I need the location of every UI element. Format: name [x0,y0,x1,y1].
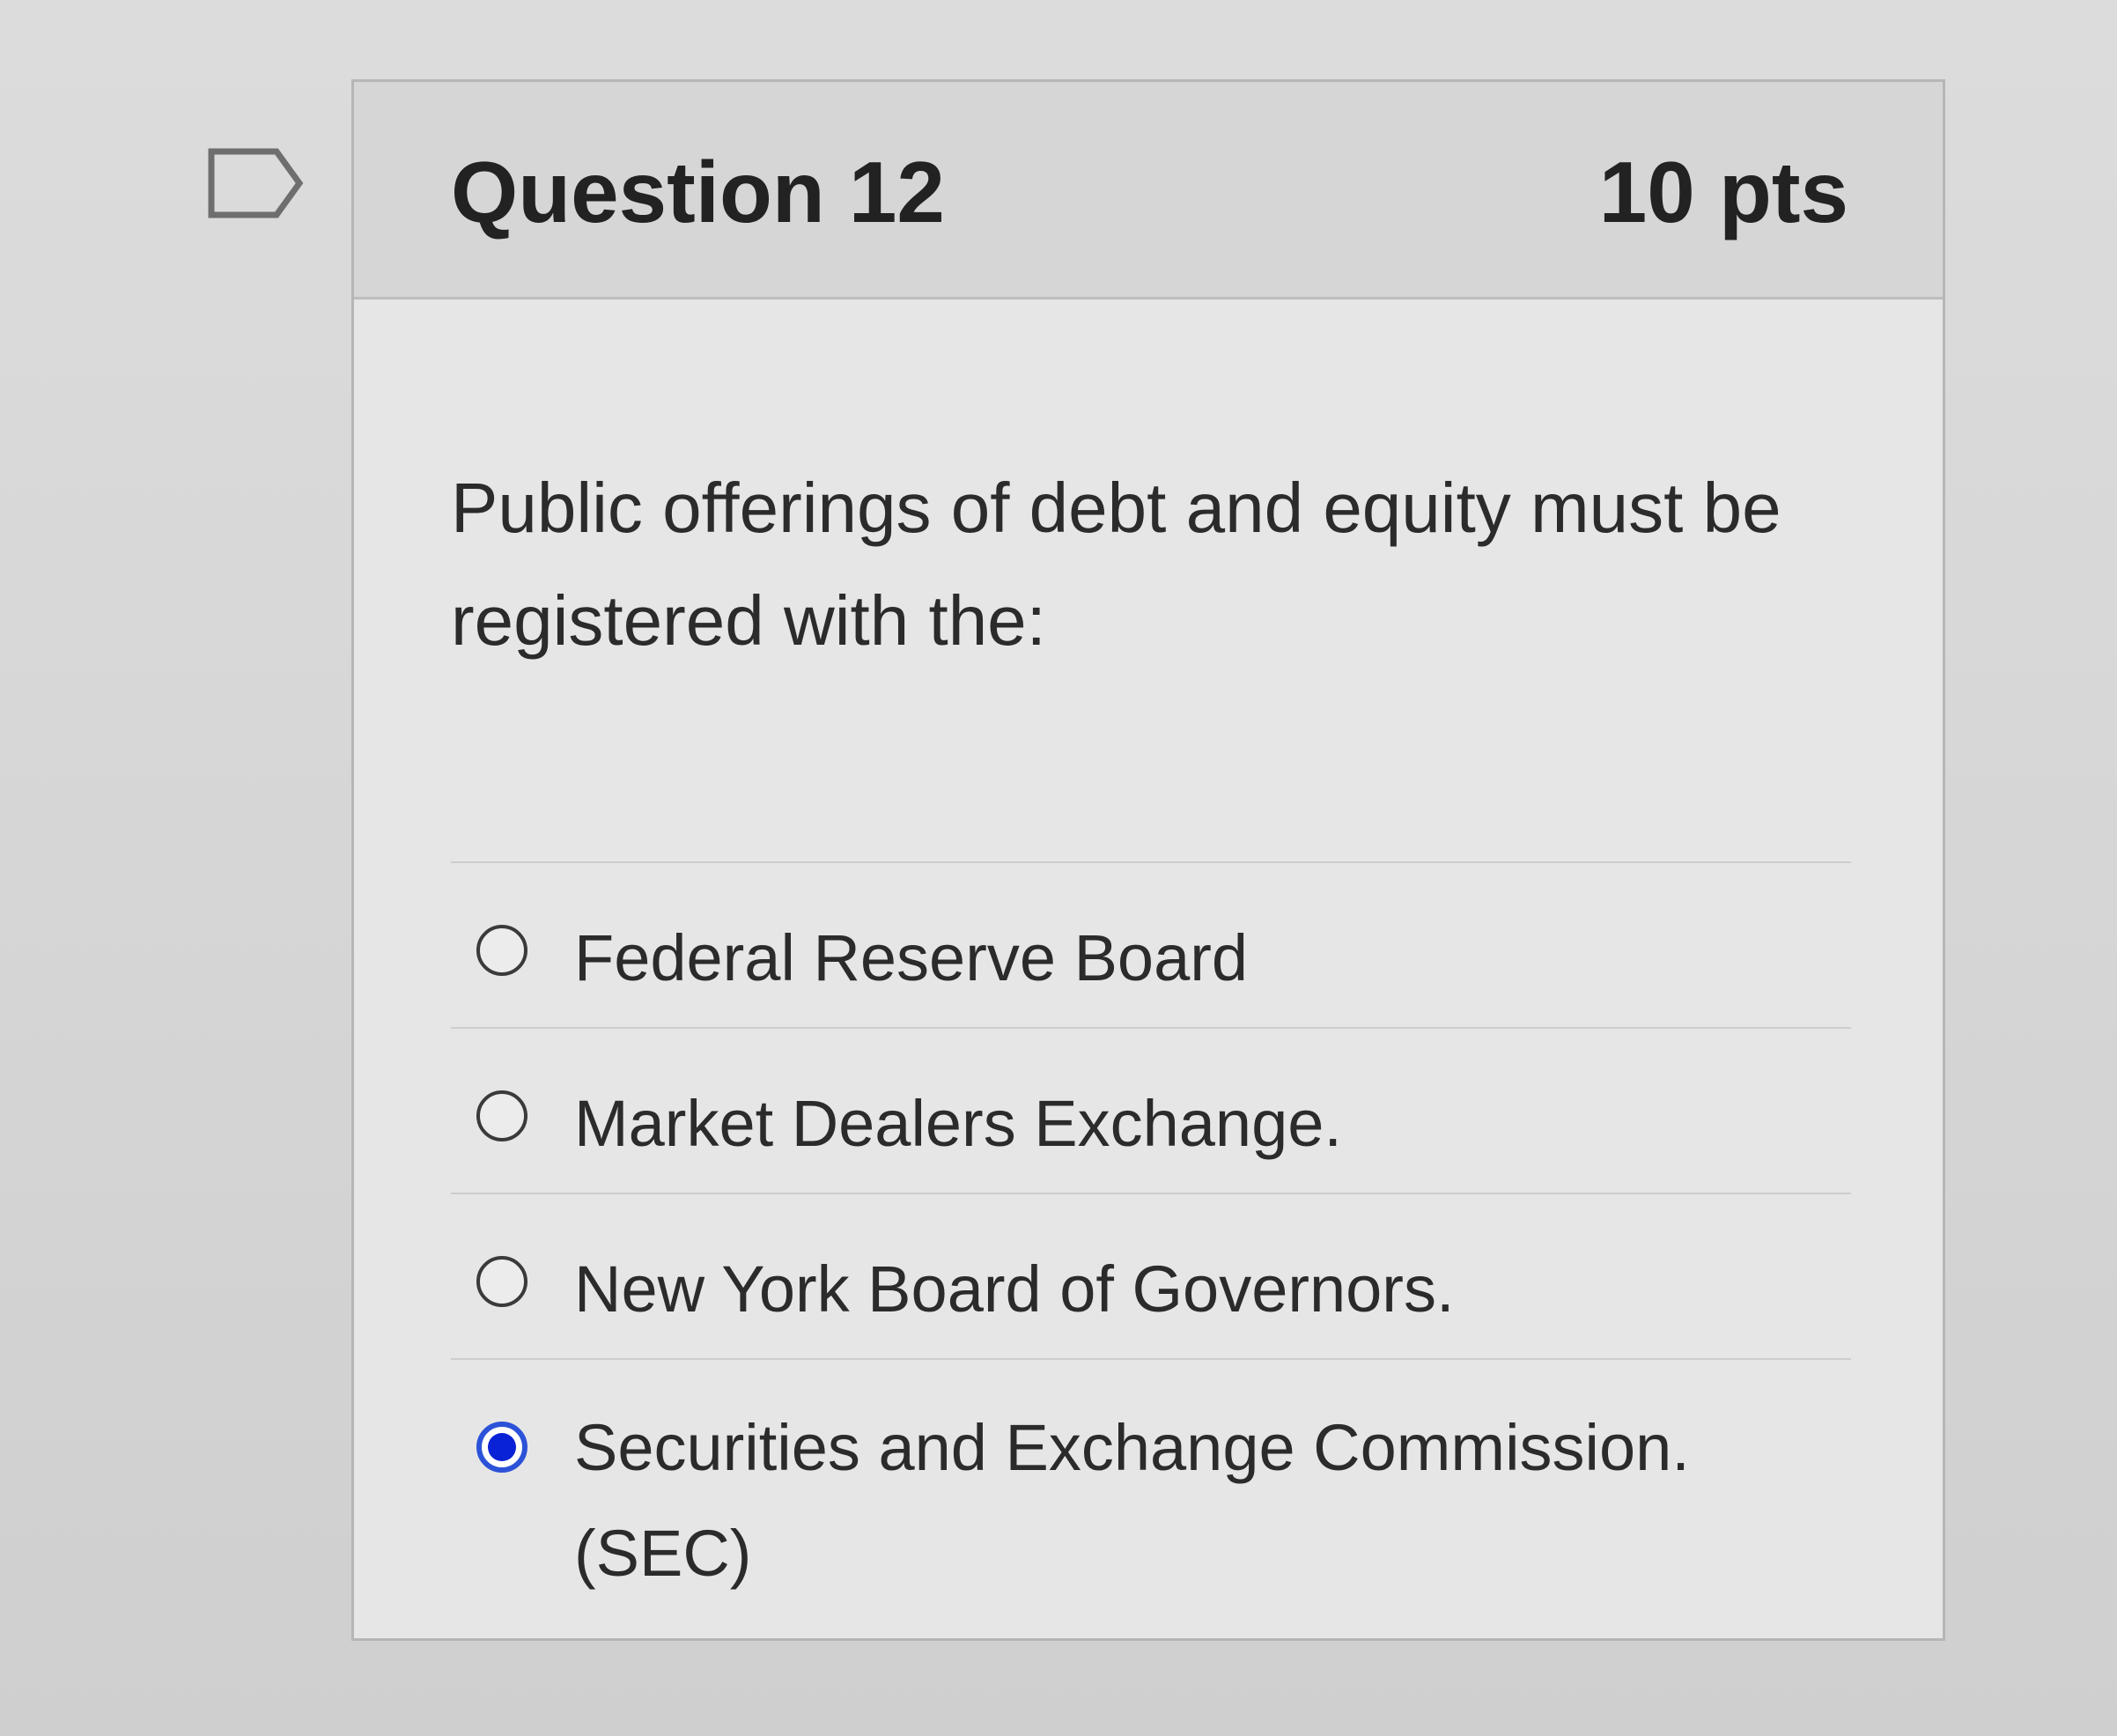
radio-button[interactable] [476,1090,527,1141]
question-header: Question 12 10 pts [354,82,1943,299]
radio-button[interactable] [476,925,527,976]
question-text: Public offerings of debt and equity must… [451,469,1781,660]
answer-label: New York Board of Governors. [574,1252,1455,1326]
answer-label: Securities and Exchange Commission. (SEC… [574,1411,1690,1590]
answer-option[interactable]: Federal Reserve Board [451,863,1851,1029]
answer-option-selected[interactable]: Securities and Exchange Commission. (SEC… [451,1360,1851,1624]
radio-button-selected[interactable] [476,1422,527,1473]
answer-label: Federal Reserve Board [574,921,1249,994]
question-card: Question 12 10 pts Public offerings of d… [351,79,1945,1641]
flag-question-icon[interactable] [208,148,305,218]
answer-list: Federal Reserve Board Market Dealers Exc… [451,861,1851,1624]
question-points: 10 pts [1598,144,1848,240]
answer-label: Market Dealers Exchange. [574,1087,1342,1160]
answer-option[interactable]: New York Board of Governors. [451,1194,1851,1360]
question-title: Question 12 [451,144,945,240]
answer-option[interactable]: Market Dealers Exchange. [451,1029,1851,1194]
radio-button[interactable] [476,1256,527,1307]
